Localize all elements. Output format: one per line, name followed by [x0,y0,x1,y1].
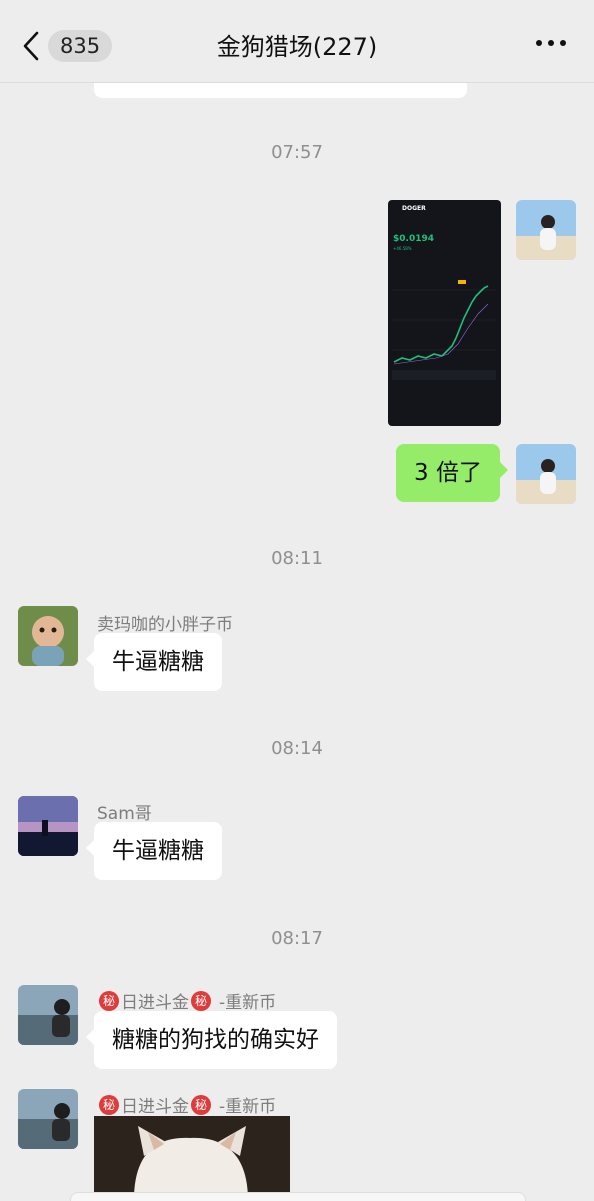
timestamp: 08:14 [271,738,323,759]
sender-name: 卖玛咖的小胖子币 [97,615,233,635]
sender-name-prefix: 日进斗金 [121,993,189,1013]
secret-badge-icon: 秘 [191,990,211,1011]
message-bubble[interactable]: 牛逼糖糖 [86,633,222,691]
sender-avatar[interactable] [18,985,78,1045]
dog-photo-image[interactable] [94,1116,290,1200]
sender-name: 秘 日进斗金 秘 -重新币 [97,1092,276,1117]
my-avatar[interactable] [516,200,576,260]
my-avatar[interactable] [516,444,576,504]
sender-name-prefix: 日进斗金 [121,1097,189,1117]
sender-name: 秘 日进斗金 秘 -重新币 [97,988,276,1013]
sender-name-suffix: -重新币 [219,1097,277,1117]
candlestick-chart [392,280,496,380]
secret-badge-icon: 秘 [191,1094,211,1115]
chat-header: 835 金狗猎场(227) [0,0,594,83]
sender-avatar[interactable] [18,796,78,856]
chat-title: 金狗猎场(227) [216,33,378,61]
sender-name: Sam哥 [97,804,152,824]
screenshot-price: $0.0194 [393,234,434,244]
message-bubble-own[interactable]: 3 倍了 [396,444,508,502]
message-bubble[interactable]: 牛逼糖糖 [86,822,222,880]
timestamp: 07:57 [271,142,323,163]
message-bubble[interactable]: 糖糖的狗找的确实好 [86,1011,337,1069]
sender-avatar[interactable] [18,1089,78,1149]
secret-badge-icon: 秘 [99,1094,119,1115]
sender-name-suffix: -重新币 [219,993,277,1013]
more-dots-icon[interactable] [536,40,566,46]
secret-badge-icon: 秘 [99,990,119,1011]
chat-area[interactable]: 07:57 DOGER $0.0194 +46.58% 3 倍了 08:11 卖… [0,82,594,1200]
sender-avatar[interactable] [18,606,78,666]
timestamp: 08:17 [271,928,323,949]
screenshot-symbol: DOGER [402,205,426,212]
previous-message-bubble [94,82,467,98]
screenshot-change: +46.58% [393,246,412,251]
chart-screenshot-image[interactable]: DOGER $0.0194 +46.58% [388,200,501,426]
timestamp: 08:11 [271,548,323,569]
